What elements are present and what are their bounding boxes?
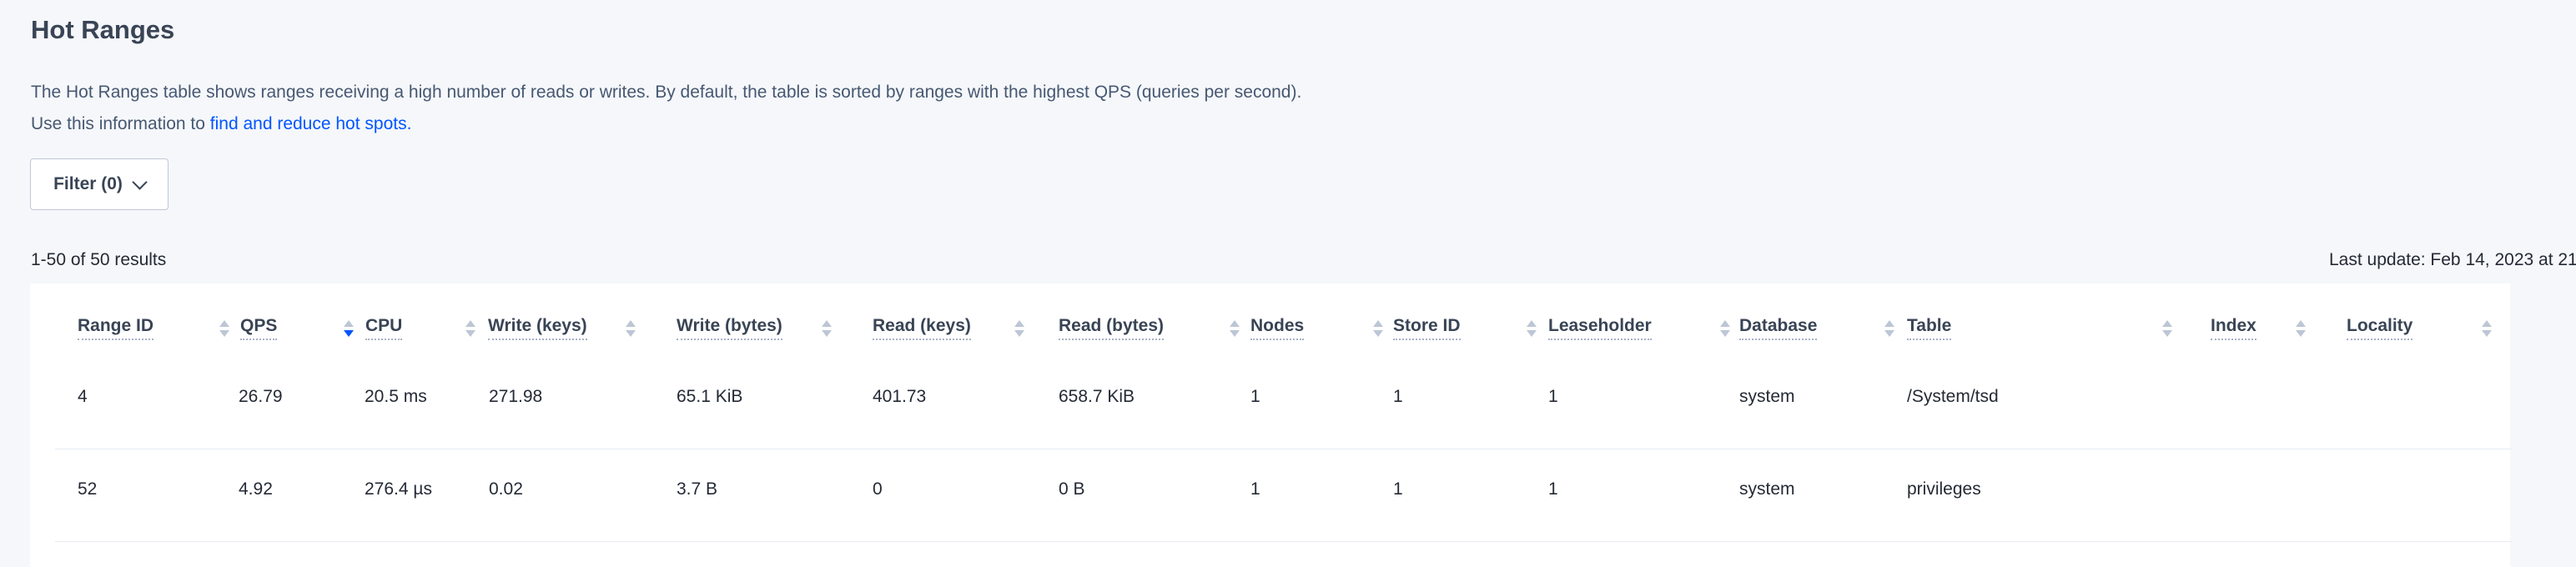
filter-button[interactable]: Filter (0) [30, 158, 169, 210]
sort-arrows-icon[interactable] [822, 319, 832, 340]
sort-arrows-icon[interactable] [1014, 319, 1024, 340]
sort-arrows-icon[interactable] [1720, 319, 1730, 340]
table-cell: 4.92 [239, 479, 273, 499]
table-row-divider [55, 541, 2512, 542]
column-header-store-id[interactable]: Store ID [1393, 316, 1547, 344]
table-cell: 1 [1548, 387, 1558, 406]
column-header-index[interactable]: Index [2211, 316, 2336, 344]
column-header-nodes[interactable]: Nodes [1250, 316, 1392, 344]
column-header-cpu[interactable]: CPU [365, 316, 491, 344]
column-header-label: CPU [365, 316, 403, 340]
chevron-down-icon [132, 173, 148, 190]
sort-arrows-icon[interactable] [1884, 319, 1894, 340]
column-header-label: Locality [2347, 316, 2413, 340]
table-cell: 26.79 [239, 387, 283, 406]
sort-arrows-icon[interactable] [2162, 319, 2172, 340]
results-count: 1-50 of 50 results [31, 250, 167, 269]
table-cell: 0.02 [489, 479, 523, 499]
column-header-leaseholder[interactable]: Leaseholder [1548, 316, 1740, 344]
table-cell: /System/tsd [1907, 387, 1999, 406]
table-cell: 4 [78, 387, 88, 406]
column-header-write-bytes[interactable]: Write (bytes) [677, 316, 877, 344]
table-cell: 1 [1548, 479, 1558, 499]
description-line-1: The Hot Ranges table shows ranges receiv… [31, 83, 1302, 102]
sort-arrows-icon[interactable] [219, 319, 229, 340]
column-header-label: Write (keys) [488, 316, 587, 340]
table-cell: privileges [1907, 479, 1981, 499]
table-cell: 1 [1393, 479, 1403, 499]
column-header-read-bytes[interactable]: Read (bytes) [1059, 316, 1250, 344]
column-header-label: Read (keys) [873, 316, 971, 340]
table-cell: system [1739, 479, 1795, 499]
sort-arrows-icon[interactable] [465, 319, 475, 340]
page-title: Hot Ranges [31, 15, 175, 44]
table-cell: 1 [1250, 479, 1260, 499]
description-line-2: Use this information to find and reduce … [31, 108, 1301, 140]
table-cell: 0 B [1059, 479, 1085, 499]
table-cell: 276.4 µs [365, 479, 432, 499]
table-cell: 658.7 KiB [1059, 387, 1135, 406]
hot-spots-link[interactable]: find and reduce hot spots. [210, 114, 412, 133]
sort-arrows-icon[interactable] [626, 319, 636, 340]
page-description: The Hot Ranges table shows ranges receiv… [31, 77, 1301, 140]
sort-arrows-icon[interactable] [2296, 319, 2306, 340]
column-header-qps[interactable]: QPS [240, 316, 361, 344]
table-cell: 401.73 [873, 387, 927, 406]
table-cell: 0 [873, 479, 883, 499]
table-cell: 20.5 ms [365, 387, 427, 406]
table-cell: system [1739, 387, 1795, 406]
column-header-label: Store ID [1393, 316, 1461, 340]
description-prefix: Use this information to [31, 114, 210, 133]
column-header-write-keys[interactable]: Write (keys) [488, 316, 672, 344]
hot-ranges-table: Range ID QPS CPU Write (keys) Write (byt… [30, 284, 2512, 567]
column-header-label: Database [1739, 316, 1818, 340]
sort-arrows-icon[interactable] [1373, 319, 1383, 340]
column-header-table[interactable]: Table [1907, 316, 2199, 344]
sort-arrows-icon[interactable] [1527, 319, 1537, 340]
sort-arrows-icon[interactable] [1230, 319, 1240, 340]
column-header-label: Index [2211, 316, 2257, 340]
table-cell: 3.7 B [677, 479, 718, 499]
column-header-label: QPS [240, 316, 278, 340]
last-update: Last update: Feb 14, 2023 at 21 [2329, 250, 2576, 269]
column-header-label: Leaseholder [1548, 316, 1652, 340]
table-cell: 1 [1250, 387, 1260, 406]
table-cell: 1 [1393, 387, 1403, 406]
column-header-label: Range ID [78, 316, 154, 340]
table-cell: 271.98 [489, 387, 543, 406]
table-cell: 65.1 KiB [677, 387, 743, 406]
filter-button-label: Filter (0) [53, 174, 123, 193]
column-header-label: Table [1907, 316, 1952, 340]
column-header-label: Nodes [1250, 316, 1305, 340]
column-header-range-id[interactable]: Range ID [78, 316, 232, 344]
column-header-label: Read (bytes) [1059, 316, 1165, 340]
table-cell: 52 [78, 479, 98, 499]
column-header-label: Write (bytes) [677, 316, 782, 340]
sort-arrows-icon[interactable] [344, 319, 354, 340]
column-header-database[interactable]: Database [1739, 316, 1910, 344]
column-header-locality[interactable]: Locality [2347, 316, 2497, 344]
column-header-read-keys[interactable]: Read (keys) [873, 316, 1060, 344]
sort-arrows-icon[interactable] [2482, 319, 2492, 340]
